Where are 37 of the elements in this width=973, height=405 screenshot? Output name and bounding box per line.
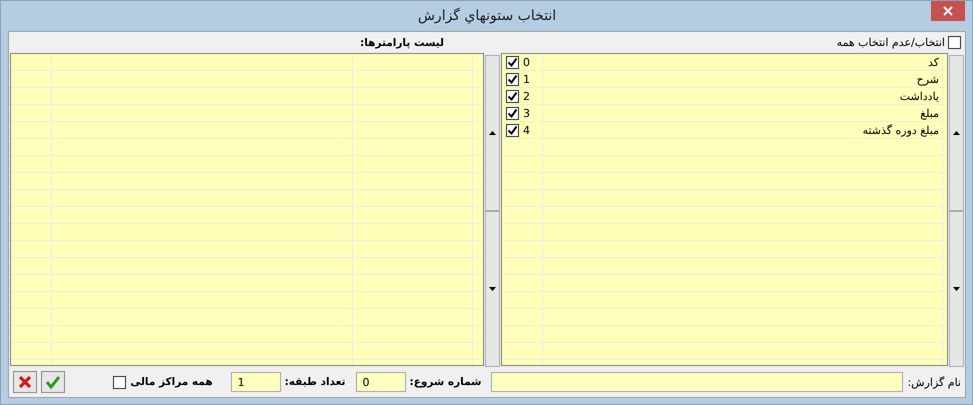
column-index: 1 — [523, 73, 530, 86]
close-button[interactable] — [931, 1, 965, 21]
levels-field[interactable]: 1 — [230, 372, 281, 392]
report-name-field[interactable] — [491, 372, 904, 392]
check-icon — [45, 374, 61, 390]
cancel-button[interactable] — [13, 371, 37, 393]
column-name: مبلغ — [919, 107, 940, 120]
column-index: 3 — [523, 107, 530, 120]
column-checkbox[interactable] — [506, 73, 519, 86]
up-arrow-icon — [953, 131, 960, 135]
window-title: انتخاب ستونهاي گزارش — [418, 8, 556, 24]
all-centers-label: همه مراكز مالی — [130, 376, 213, 388]
column-index: 0 — [523, 56, 530, 69]
column-checkbox[interactable] — [506, 124, 519, 137]
report-name-label: نام گزارش: — [907, 376, 961, 388]
down-arrow-icon — [489, 287, 496, 291]
column-checkbox[interactable] — [506, 90, 519, 103]
ok-button[interactable] — [41, 371, 65, 393]
levels-label: تعداد طبقه: — [284, 376, 346, 388]
down-arrow-icon — [953, 287, 960, 291]
parameters-label: ليست پارامترها: — [360, 36, 444, 48]
column-checkbox[interactable] — [506, 56, 519, 69]
start-number-field[interactable]: 0 — [356, 372, 406, 392]
column-index: 4 — [523, 124, 530, 137]
column-name: مبلغ دوره گذشته — [862, 124, 940, 137]
column-name: کد — [926, 56, 940, 69]
start-number-label: شماره شروع: — [410, 376, 482, 388]
select-all-label: انتخاب/عدم انتخاب همه — [836, 36, 945, 49]
all-centers-checkbox[interactable] — [113, 376, 126, 388]
column-name: شرح — [916, 73, 940, 86]
select-all-checkbox[interactable] — [948, 36, 961, 49]
column-checkbox[interactable] — [506, 107, 519, 120]
column-name: يادداشت — [898, 90, 940, 103]
column-index: 2 — [523, 90, 530, 103]
up-arrow-icon — [489, 131, 496, 135]
close-icon — [943, 6, 953, 16]
cross-icon — [17, 374, 33, 390]
